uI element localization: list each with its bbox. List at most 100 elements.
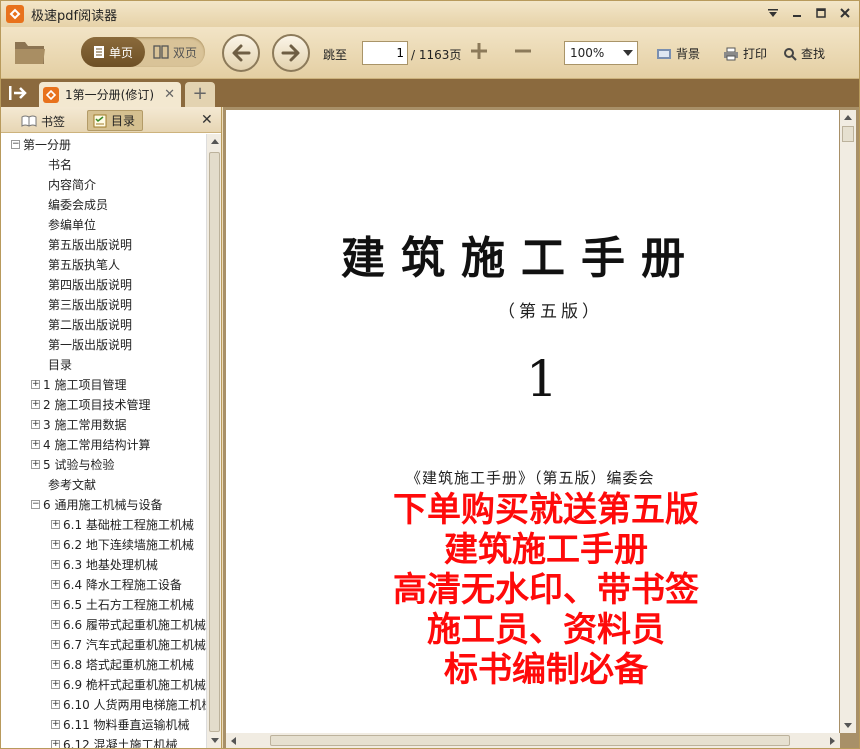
sidebar-toggle-icon[interactable] xyxy=(7,84,29,102)
open-folder-icon[interactable] xyxy=(13,38,47,66)
toc-item[interactable]: 内容简介 xyxy=(1,174,206,194)
zoom-in-button[interactable] xyxy=(467,41,491,65)
toc-item[interactable]: +6.4 降水工程施工设备 xyxy=(1,574,206,594)
toc-item-label: 第一版出版说明 xyxy=(48,337,133,352)
double-page-button[interactable]: 双页 xyxy=(145,37,205,67)
collapse-minus-icon[interactable]: − xyxy=(31,499,40,509)
toc-item[interactable]: 目录 xyxy=(1,354,206,374)
toc-item[interactable]: +6.7 汽车式起重机施工机械 xyxy=(1,634,206,654)
prev-page-button[interactable] xyxy=(222,34,260,72)
scroll-up-icon[interactable] xyxy=(840,110,856,125)
new-tab-button[interactable]: + xyxy=(185,82,215,107)
expand-plus-icon[interactable]: + xyxy=(31,379,40,389)
book-title: 建筑施工手册 xyxy=(341,233,701,284)
toc-item[interactable]: 第五版执笔人 xyxy=(1,254,206,274)
expand-plus-icon[interactable]: + xyxy=(51,699,60,709)
document-scroll-thumb[interactable] xyxy=(842,126,854,142)
document-horizontal-scrollbar[interactable] xyxy=(226,733,840,748)
toc-item[interactable]: +6.2 地下连续墙施工机械 xyxy=(1,534,206,554)
expand-plus-icon[interactable]: + xyxy=(51,679,60,689)
zoom-out-button[interactable] xyxy=(511,41,535,65)
document-vertical-scrollbar[interactable] xyxy=(840,110,856,733)
maximize-button[interactable] xyxy=(813,5,829,21)
app-logo-icon xyxy=(6,5,24,23)
toc-item[interactable]: +5 试验与检验 xyxy=(1,454,206,474)
close-sidebar-icon[interactable]: ✕ xyxy=(201,112,213,128)
document-area: 建筑施工手册 （第五版） 1 《建筑施工手册》（第五版）编委会 下单购买就送第五… xyxy=(223,107,859,748)
toc-item[interactable]: +6.8 塔式起重机施工机械 xyxy=(1,654,206,674)
toc-item[interactable]: +2 施工项目技术管理 xyxy=(1,394,206,414)
document-hscroll-thumb[interactable] xyxy=(270,735,790,746)
menu-dropdown-icon[interactable] xyxy=(765,5,781,21)
window-controls xyxy=(765,5,853,21)
scroll-right-icon[interactable] xyxy=(825,733,840,748)
expand-plus-icon[interactable]: + xyxy=(51,719,60,729)
zoom-select[interactable]: 100% xyxy=(564,41,638,65)
expand-plus-icon[interactable]: + xyxy=(51,539,60,549)
toc-item[interactable]: 第一版出版说明 xyxy=(1,334,206,354)
toc-item[interactable]: +6.12 混凝土施工机械 xyxy=(1,734,206,748)
toc-item[interactable]: 第四版出版说明 xyxy=(1,274,206,294)
background-button[interactable]: 背景 xyxy=(656,45,700,62)
sidebar-scroll-thumb[interactable] xyxy=(209,152,220,732)
toc-item[interactable]: +3 施工常用数据 xyxy=(1,414,206,434)
next-page-button[interactable] xyxy=(272,34,310,72)
close-window-button[interactable] xyxy=(837,5,853,21)
scroll-left-icon[interactable] xyxy=(226,733,241,748)
double-page-label: 双页 xyxy=(172,45,197,60)
page-number-input[interactable] xyxy=(362,41,408,65)
toc-item[interactable]: 编委会成员 xyxy=(1,194,206,214)
toc-item-label: 6.11 物料垂直运输机械 xyxy=(63,717,190,732)
toc-item[interactable]: +6.11 物料垂直运输机械 xyxy=(1,714,206,734)
toc-item[interactable]: +6.6 履带式起重机施工机械 xyxy=(1,614,206,634)
expand-plus-icon[interactable]: + xyxy=(31,439,40,449)
toc-item[interactable]: +6.10 人货两用电梯施工机械 xyxy=(1,694,206,714)
scroll-down-icon[interactable] xyxy=(207,733,222,748)
tab-bookmarks[interactable]: 书签 xyxy=(15,111,73,131)
expand-plus-icon[interactable]: + xyxy=(51,739,60,748)
print-button[interactable]: 打印 xyxy=(723,45,767,62)
expand-plus-icon[interactable]: + xyxy=(31,419,40,429)
toc-item-label: 6.9 桅杆式起重机施工机械 xyxy=(63,677,206,692)
toc-item[interactable]: − 第一分册 xyxy=(1,134,206,154)
expand-plus-icon[interactable]: + xyxy=(51,619,60,629)
scroll-down-icon[interactable] xyxy=(840,718,856,733)
pdf-reader-window: 极速pdf阅读器 单页 双页 跳至 1 / 1163页 100% 背景 打印 查… xyxy=(0,0,860,749)
book-committee: 《建筑施工手册》（第五版）编委会 xyxy=(406,469,655,487)
scroll-up-icon[interactable] xyxy=(207,134,222,149)
toc-item-label: 4 施工常用结构计算 xyxy=(43,437,151,452)
toc-item[interactable]: 第三版出版说明 xyxy=(1,294,206,314)
find-button[interactable]: 查找 xyxy=(783,45,825,62)
toc-item[interactable]: +6.1 基础桩工程施工机械 xyxy=(1,514,206,534)
toc-tab-label: 目录 xyxy=(111,114,136,128)
expand-plus-icon[interactable]: + xyxy=(51,659,60,669)
toc-item[interactable]: 第五版出版说明 xyxy=(1,234,206,254)
expand-plus-icon[interactable]: + xyxy=(31,399,40,409)
toc-item[interactable]: 第二版出版说明 xyxy=(1,314,206,334)
sidebar-scrollbar[interactable] xyxy=(206,134,221,748)
expand-plus-icon[interactable]: + xyxy=(51,579,60,589)
toc-item[interactable]: +6.3 地基处理机械 xyxy=(1,554,206,574)
tab-toc[interactable]: 目录 xyxy=(87,110,143,131)
expand-plus-icon[interactable]: + xyxy=(51,639,60,649)
toc-item[interactable]: 参编单位 xyxy=(1,214,206,234)
toc-item[interactable]: 书名 xyxy=(1,154,206,174)
expand-plus-icon[interactable]: + xyxy=(51,519,60,529)
toc-item[interactable]: +1 施工项目管理 xyxy=(1,374,206,394)
minimize-button[interactable] xyxy=(789,5,805,21)
toc-item-label: 5 试验与检验 xyxy=(43,457,115,472)
expand-plus-icon[interactable]: + xyxy=(31,459,40,469)
expand-plus-icon[interactable]: + xyxy=(51,599,60,609)
toc-item[interactable]: +6.9 桅杆式起重机施工机械 xyxy=(1,674,206,694)
toc-item[interactable]: −6 通用施工机械与设备 xyxy=(1,494,206,514)
single-page-button[interactable]: 单页 xyxy=(81,37,145,67)
toc-item[interactable]: +4 施工常用结构计算 xyxy=(1,434,206,454)
collapse-minus-icon[interactable]: − xyxy=(11,139,20,149)
background-label: 背景 xyxy=(676,47,701,61)
toc-item[interactable]: 参考文献 xyxy=(1,474,206,494)
toc-item-label: 6.6 履带式起重机施工机械 xyxy=(63,617,206,632)
document-tab[interactable]: 1第一分册(修订) ✕ xyxy=(39,82,181,107)
close-tab-icon[interactable]: ✕ xyxy=(164,87,175,102)
expand-plus-icon[interactable]: + xyxy=(51,559,60,569)
toc-item[interactable]: +6.5 土石方工程施工机械 xyxy=(1,594,206,614)
